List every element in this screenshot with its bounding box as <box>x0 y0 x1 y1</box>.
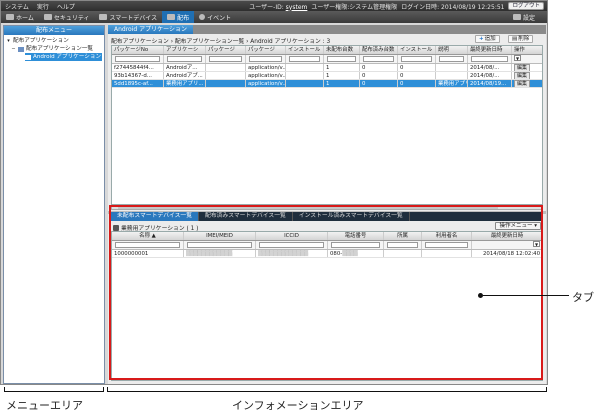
edit-button[interactable]: 編集 <box>514 72 531 79</box>
user-id-link[interactable]: system <box>286 4 308 11</box>
col-header[interactable]: パッケージ <box>206 46 246 54</box>
filter-input[interactable] <box>209 56 242 62</box>
tab-area-highlight <box>109 205 543 380</box>
col-header[interactable]: 説明 <box>436 46 468 54</box>
filter-input[interactable] <box>439 56 464 62</box>
login-time: ログイン日時: 2014/08/19 12:25:51 <box>401 3 505 11</box>
tree-item-distribution-apps[interactable]: ▾ 配布アプリケーション <box>6 37 102 45</box>
add-button[interactable]: + 追加 <box>475 35 500 43</box>
col-header[interactable]: 未配布台数 <box>324 46 360 54</box>
distribution-icon <box>167 14 176 20</box>
tab-events[interactable]: イベント <box>194 11 236 23</box>
lock-icon <box>43 14 52 20</box>
col-header[interactable]: 最終更新日時 <box>468 46 512 54</box>
callout-tab-label: タブ <box>572 291 594 304</box>
tab-security[interactable]: セキュリティ <box>39 11 95 23</box>
home-icon <box>6 14 14 20</box>
trash-icon: ▤ <box>512 35 518 42</box>
table-row[interactable]: f27445844f4... Androidア... application/v… <box>112 64 542 72</box>
tab-distribution[interactable]: 配布 <box>162 11 195 23</box>
info-area-bracket <box>107 387 547 392</box>
collapse-icon[interactable]: − <box>11 45 16 53</box>
filter-input[interactable] <box>167 56 202 62</box>
tree-item-android-apps[interactable]: Android アプリケーション <box>25 53 102 61</box>
plus-icon: + <box>479 35 484 42</box>
collapse-icon[interactable]: ▾ <box>6 37 11 45</box>
tab-smart-devices[interactable]: スマートデバイス <box>94 11 162 23</box>
callout-leader-line <box>483 295 569 296</box>
main-tab-bar: ホーム セキュリティ スマートデバイス 配布 イベント 設定 <box>1 11 547 23</box>
side-menu-title: 配布メニュー <box>4 26 104 35</box>
table-row[interactable]: 93b14367-d... Androidアプ... application/v… <box>112 72 542 80</box>
filter-row: ▼ <box>112 55 542 64</box>
tab-android-apps[interactable]: Android アプリケーション <box>108 25 193 34</box>
user-label: ユーザー-ID: system <box>249 3 308 11</box>
menu-area-bracket <box>4 387 104 392</box>
menu-bar: システム 実行 ヘルプ ユーザー-ID: system ユーザー権限:システム管… <box>1 1 547 11</box>
folder-icon <box>18 46 24 52</box>
menu-tree: ▾ 配布アプリケーション − 配布アプリケーション一覧 Android アプリケ… <box>4 35 104 63</box>
delete-button[interactable]: ▤ 削除 <box>508 35 534 43</box>
filter-input[interactable] <box>115 56 160 62</box>
event-icon <box>199 14 206 20</box>
info-area-label: インフォメーションエリア <box>232 399 364 412</box>
menu-area-label: メニューエリア <box>6 399 83 412</box>
col-header: 操作 <box>514 47 525 53</box>
col-header[interactable]: パッケージ <box>246 46 286 54</box>
filter-input[interactable] <box>249 56 282 62</box>
col-header[interactable]: 配布済み台数 <box>360 46 398 54</box>
device-icon <box>99 14 108 20</box>
filter-input[interactable] <box>401 56 432 62</box>
app-table: パッケージNo アプリケーシ パッケージ パッケージ インストール 未配布台数 … <box>111 45 543 205</box>
side-menu: 配布メニュー ▾ 配布アプリケーション − 配布アプリケーション一覧 Andro… <box>3 25 105 384</box>
logout-button[interactable]: ログアウト <box>508 2 544 10</box>
info-tab-bar: Android アプリケーション <box>108 25 546 34</box>
edit-button[interactable]: 編集 <box>514 64 531 71</box>
user-rights: ユーザー権限:システム管理権限 <box>311 3 398 11</box>
filter-input[interactable] <box>289 56 320 62</box>
session-info: ユーザー-ID: system ユーザー権限:システム管理権限 ログイン日時: … <box>249 2 547 11</box>
col-header[interactable]: アプリケーシ <box>164 46 206 54</box>
menu-help[interactable]: ヘルプ <box>53 2 79 11</box>
col-header[interactable]: インストール <box>286 46 324 54</box>
tab-home[interactable]: ホーム <box>1 11 39 23</box>
filter-input[interactable] <box>363 56 394 62</box>
android-app-icon <box>25 54 31 60</box>
col-header[interactable]: パッケージNo <box>112 46 164 54</box>
menu-run[interactable]: 実行 <box>33 2 53 11</box>
table-header: パッケージNo アプリケーシ パッケージ パッケージ インストール 未配布台数 … <box>112 46 542 55</box>
filter-input[interactable] <box>327 56 356 62</box>
filter-dropdown[interactable]: ▼ <box>514 55 521 61</box>
filter-input[interactable] <box>471 56 508 62</box>
col-header[interactable]: インストール <box>398 46 436 54</box>
edit-button[interactable]: 編集 <box>514 80 531 87</box>
gear-icon <box>512 14 521 20</box>
breadcrumb: 配布アプリケーション › 配布アプリケーション一覧 › Android アプリケ… <box>111 39 331 45</box>
menu-system[interactable]: システム <box>1 2 33 11</box>
table-row-selected[interactable]: 5dd1895c-af... 業務用アプリ... application/v..… <box>112 80 542 88</box>
tree-item-app-list[interactable]: − 配布アプリケーション一覧 <box>6 45 102 53</box>
settings-button[interactable]: 設定 <box>512 13 547 22</box>
